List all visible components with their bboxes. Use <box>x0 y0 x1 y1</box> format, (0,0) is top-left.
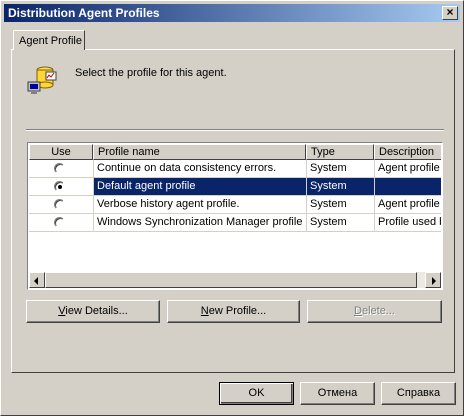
type-cell: System <box>307 214 374 232</box>
description-cell: Profile used b <box>375 214 441 232</box>
type-cell: System <box>307 160 374 178</box>
profile-name-cell: Verbose history agent profile. <box>94 196 306 214</box>
agent-database-icon <box>27 66 57 94</box>
title-bar[interactable]: Distribution Agent Profiles × <box>4 4 460 22</box>
description-cell <box>375 178 441 196</box>
cancel-button[interactable]: Отмена <box>300 382 375 405</box>
column-header-use[interactable]: Use <box>29 144 93 160</box>
use-radio-selected[interactable] <box>54 181 65 192</box>
table-row[interactable]: Verbose history agent profile. System Ag… <box>29 196 441 214</box>
profile-name-cell: Default agent profile <box>94 178 306 196</box>
scroll-right-button[interactable] <box>425 272 441 288</box>
scroll-left-button[interactable] <box>29 272 45 288</box>
prompt-text: Select the profile for this agent. <box>75 67 227 79</box>
new-profile-button[interactable]: New Profile... <box>167 300 300 323</box>
ok-button[interactable]: OK <box>219 382 294 405</box>
profile-name-cell: Windows Synchronization Manager profile <box>94 214 306 232</box>
view-details-button[interactable]: View Details... <box>26 300 160 323</box>
tab-agent-profile[interactable]: Agent Profile <box>13 30 85 50</box>
table-row[interactable]: Default agent profile System <box>29 178 441 196</box>
window-title: Distribution Agent Profiles <box>8 6 160 20</box>
delete-button[interactable]: Delete... <box>307 300 442 323</box>
profile-name-cell: Continue on data consistency errors. <box>94 160 306 178</box>
description-cell: Agent profile f <box>375 196 441 214</box>
arrow-right-icon <box>432 277 436 285</box>
table-row[interactable]: Continue on data consistency errors. Sys… <box>29 160 441 178</box>
tab-label: Agent Profile <box>19 35 82 47</box>
type-cell: System <box>307 196 374 214</box>
dialog-window: Distribution Agent Profiles × Agent Prof… <box>0 0 464 416</box>
table-row[interactable]: Windows Synchronization Manager profile … <box>29 214 441 232</box>
help-button[interactable]: Справка <box>381 382 456 405</box>
type-cell: System <box>307 178 374 196</box>
profile-list[interactable]: Use Profile name Type Description Contin… <box>27 142 443 290</box>
tab-panel: Select the profile for this agent. Use P… <box>11 49 455 373</box>
divider <box>26 129 444 131</box>
close-button[interactable]: × <box>442 6 458 20</box>
close-icon: × <box>446 5 454 19</box>
arrow-left-icon <box>34 277 38 285</box>
column-header-profile-name[interactable]: Profile name <box>93 144 306 160</box>
use-radio[interactable] <box>54 163 65 174</box>
use-radio[interactable] <box>54 217 65 228</box>
column-header-type[interactable]: Type <box>306 144 374 160</box>
horizontal-scrollbar[interactable] <box>29 272 441 288</box>
use-radio[interactable] <box>54 199 65 210</box>
column-header-description[interactable]: Description <box>374 144 441 160</box>
scroll-thumb[interactable] <box>45 272 417 288</box>
description-cell: Agent profile f <box>375 160 441 178</box>
